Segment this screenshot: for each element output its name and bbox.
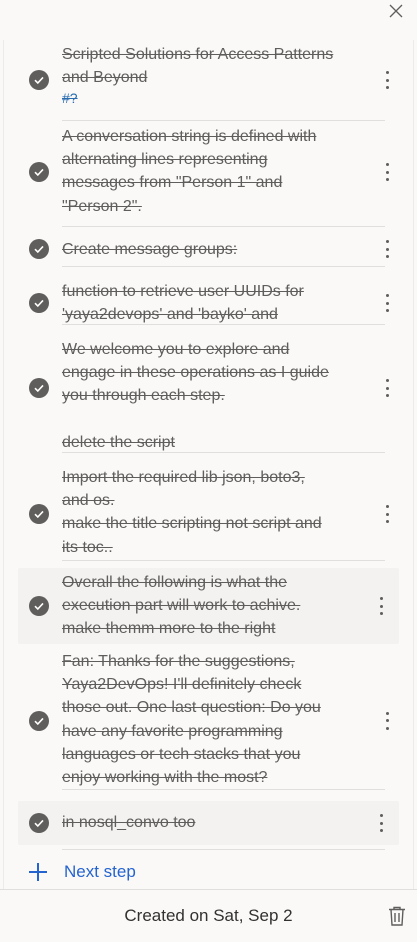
completed-check-icon[interactable] — [29, 596, 49, 616]
steps-panel[interactable]: Scripted Solutions for Access Patterns a… — [0, 40, 417, 890]
trash-icon — [389, 906, 405, 926]
completed-check-icon[interactable] — [29, 504, 49, 524]
completed-check-icon[interactable] — [29, 710, 49, 731]
step-tag[interactable]: #? — [62, 89, 385, 107]
step-text[interactable]: A conversation string is defined with al… — [62, 125, 385, 218]
step-item-hovered[interactable]: Overall the following is what the execut… — [18, 568, 399, 644]
more-options-icon[interactable] — [377, 812, 385, 834]
step-item[interactable]: Fan: Thanks for the suggestions, Yaya2De… — [4, 644, 413, 797]
step-item[interactable]: in nosql_convo too — [18, 801, 399, 845]
step-text[interactable]: We welcome you to explore and engage in … — [62, 338, 385, 408]
more-options-icon[interactable] — [383, 238, 391, 260]
close-button[interactable] — [385, 0, 407, 22]
step-text[interactable]: Create message groups: — [62, 238, 385, 261]
step-item[interactable]: Import the required lib json, boto3, and… — [4, 460, 413, 568]
step-item[interactable]: A conversation string is defined with al… — [4, 120, 413, 227]
completed-check-icon[interactable] — [29, 70, 49, 90]
add-next-step-button[interactable]: Next step — [4, 850, 413, 882]
step-text[interactable]: Fan: Thanks for the suggestions, Yaya2De… — [62, 650, 385, 789]
step-text[interactable]: Import the required lib json, boto3, and… — [62, 466, 385, 559]
more-options-icon[interactable] — [383, 503, 391, 525]
step-text[interactable]: function to retrieve user UUIDs for 'yay… — [62, 280, 385, 326]
more-options-icon[interactable] — [383, 161, 391, 183]
completed-check-icon[interactable] — [29, 378, 49, 398]
step-text[interactable]: Overall the following is what the execut… — [62, 571, 385, 641]
completed-check-icon[interactable] — [29, 162, 49, 182]
delete-button[interactable] — [385, 904, 409, 928]
completed-check-icon[interactable] — [29, 293, 49, 313]
step-item[interactable]: Create message groups: — [4, 224, 413, 274]
steps-card: Scripted Solutions for Access Patterns a… — [3, 40, 414, 890]
close-icon — [389, 4, 403, 18]
more-options-icon[interactable] — [383, 292, 391, 314]
step-item[interactable]: Scripted Solutions for Access Patterns a… — [4, 40, 413, 121]
step-text[interactable]: in nosql_convo too — [62, 811, 385, 834]
created-date-label: Created on Sat, Sep 2 — [124, 906, 293, 925]
more-options-icon[interactable] — [377, 595, 385, 617]
step-text[interactable]: Scripted Solutions for Access Patterns a… — [62, 43, 385, 89]
completed-check-icon[interactable] — [29, 239, 49, 259]
more-options-icon[interactable] — [383, 710, 391, 732]
completed-check-icon[interactable] — [29, 813, 49, 833]
more-options-icon[interactable] — [383, 69, 391, 91]
step-extra-text[interactable]: delete the script — [62, 431, 385, 454]
plus-icon — [28, 862, 48, 882]
more-options-icon[interactable] — [383, 377, 391, 399]
step-item[interactable]: We welcome you to explore and engage in … — [4, 332, 413, 460]
step-item[interactable]: function to retrieve user UUIDs for 'yay… — [4, 274, 413, 332]
next-step-label: Next step — [64, 862, 136, 881]
detail-footer: Created on Sat, Sep 2 — [0, 889, 417, 942]
